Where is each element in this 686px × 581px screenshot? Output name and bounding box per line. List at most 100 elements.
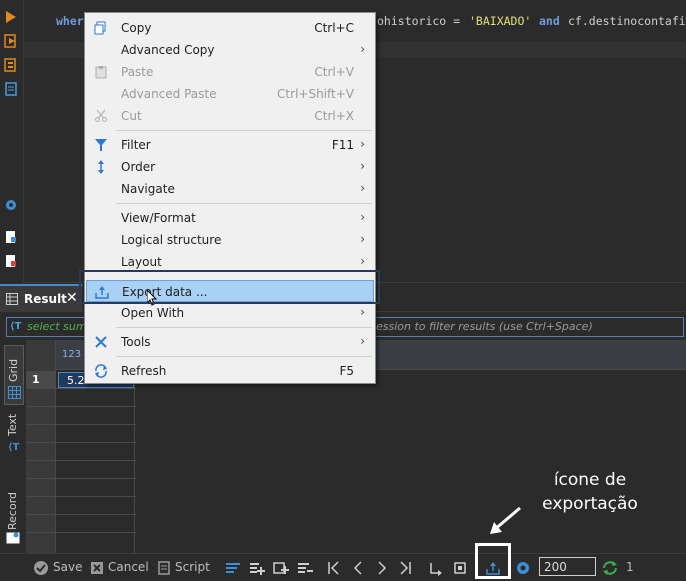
script-button[interactable]: Script [175,560,210,576]
submenu-arrow-icon: › [360,137,365,151]
run-icon[interactable] [4,10,18,24]
menu-item-label: Layout [121,255,162,269]
editor-keyword-and: and [539,14,560,28]
menu-item-label: Tools [121,335,151,349]
grid-line [26,478,136,479]
filter-icon [95,139,107,151]
menu-separator [116,130,372,131]
tab-result[interactable]: Result ✕ [0,284,82,312]
menu-item-cut[interactable]: Cut Ctrl+X [86,105,374,127]
menu-item-advanced-paste[interactable]: Advanced Paste Ctrl+Shift+V [86,83,374,105]
last-page-icon[interactable] [397,560,413,576]
annotation-line: ícone de [553,470,627,490]
menu-item-label: Refresh [121,364,167,378]
next-page-icon[interactable] [374,560,390,576]
file-icon[interactable] [4,230,18,244]
menu-separator [116,203,372,204]
menu-item-label: Filter [121,138,151,152]
previous-page-icon[interactable] [350,560,366,576]
menu-item-label: Navigate [121,182,175,196]
menu-item-shortcut: Ctrl+C [314,21,354,35]
menu-item-shortcut: F11 [331,138,354,152]
submenu-arrow-icon: › [360,159,365,173]
side-tab-text-label: Text [6,413,19,436]
fetch-next-icon[interactable] [428,560,444,576]
script-icon [158,561,170,575]
menu-item-logical-structure[interactable]: Logical structure › [86,229,374,251]
menu-separator [116,356,372,357]
submenu-arrow-icon: › [360,254,365,268]
submenu-arrow-icon: › [360,305,365,319]
tab-result-label: Result [24,292,67,306]
menu-item-filter[interactable]: Filter F11 › [86,134,374,156]
row-number[interactable]: 1 [26,371,56,388]
grid-line [26,406,136,407]
save-check-icon [34,561,48,575]
cancel-button[interactable]: Cancel [108,560,149,576]
menu-item-label: View/Format [121,211,196,225]
file-error-icon[interactable] [4,254,18,268]
menu-item-advanced-copy[interactable]: Advanced Copy › [86,39,374,61]
grid-line [26,388,136,389]
scissors-icon [95,109,107,122]
filter-placeholder: ession to filter results (use Ctrl+Space… [376,320,593,333]
menu-item-order[interactable]: Order › [86,156,374,178]
grid-column-divider [134,370,135,555]
menu-item-label: Open With [121,306,185,320]
menu-item-view-format[interactable]: View/Format › [86,207,374,229]
grid-line [26,514,136,515]
editor-keyword-where: wher [56,14,84,28]
menu-item-label: Paste [121,65,154,79]
menu-separator [116,327,372,328]
fetch-all-icon[interactable] [452,560,468,576]
side-tab-record[interactable]: Record [4,488,24,550]
fetch-size-input[interactable] [539,557,596,576]
menu-item-label: Order [121,160,156,174]
settings-icon[interactable] [515,560,531,576]
menu-item-shortcut: Ctrl+V [314,65,354,79]
editor-code-fragment: ohistorico = [377,14,468,28]
menu-item-label: Logical structure [121,233,222,247]
grid-icon [8,386,21,399]
side-tab-grid-label: Grid [7,358,20,382]
menu-item-copy[interactable]: Copy Ctrl+C [86,17,374,39]
sort-icon [98,160,104,174]
grid-line [26,460,136,461]
submenu-arrow-icon: › [360,232,365,246]
run-script-icon[interactable] [4,34,18,48]
refresh-count: 1 [626,560,634,574]
save-button[interactable]: Save [53,560,82,576]
menu-item-tools[interactable]: Tools › [86,331,374,353]
add-row-icon[interactable] [249,560,265,576]
grid-line [26,424,136,425]
side-tab-text[interactable]: Text ⟨T [4,410,24,458]
menu-item-paste[interactable]: Paste Ctrl+V [86,61,374,83]
editor-code-tail: cf.destinocontafi [568,14,686,28]
filter-sql-icon: ⟨T [10,321,22,332]
explain-icon[interactable] [4,58,18,72]
menu-item-label: Cut [121,109,142,123]
document-icon[interactable] [4,82,18,96]
first-page-icon[interactable] [326,560,342,576]
close-icon[interactable]: ✕ [66,290,78,306]
export-highlight-box [475,543,511,579]
record-icon [6,532,20,544]
menu-item-open-with[interactable]: Open With › [86,302,374,324]
text-view-icon: ⟨T [8,442,20,453]
export-highlight-frame [79,270,380,304]
settings-icon[interactable] [4,198,18,212]
left-icon-strip [0,0,24,282]
annotation-text: ícone de exportação [520,468,660,516]
menu-item-label: Copy [121,21,152,35]
submenu-arrow-icon: › [360,181,365,195]
delete-row-icon[interactable] [297,560,313,576]
menu-item-refresh[interactable]: Refresh F5 [86,360,374,382]
edit-rows-icon[interactable] [225,560,241,576]
refresh-icon[interactable] [602,560,618,576]
copy-row-icon[interactable] [273,560,289,576]
menu-item-navigate[interactable]: Navigate › [86,178,374,200]
side-tab-record-label: Record [6,491,19,530]
context-menu: Copy Ctrl+C Advanced Copy › Paste Ctrl+V… [84,12,376,384]
submenu-arrow-icon: › [360,42,365,56]
side-tab-grid[interactable]: Grid [4,345,24,405]
